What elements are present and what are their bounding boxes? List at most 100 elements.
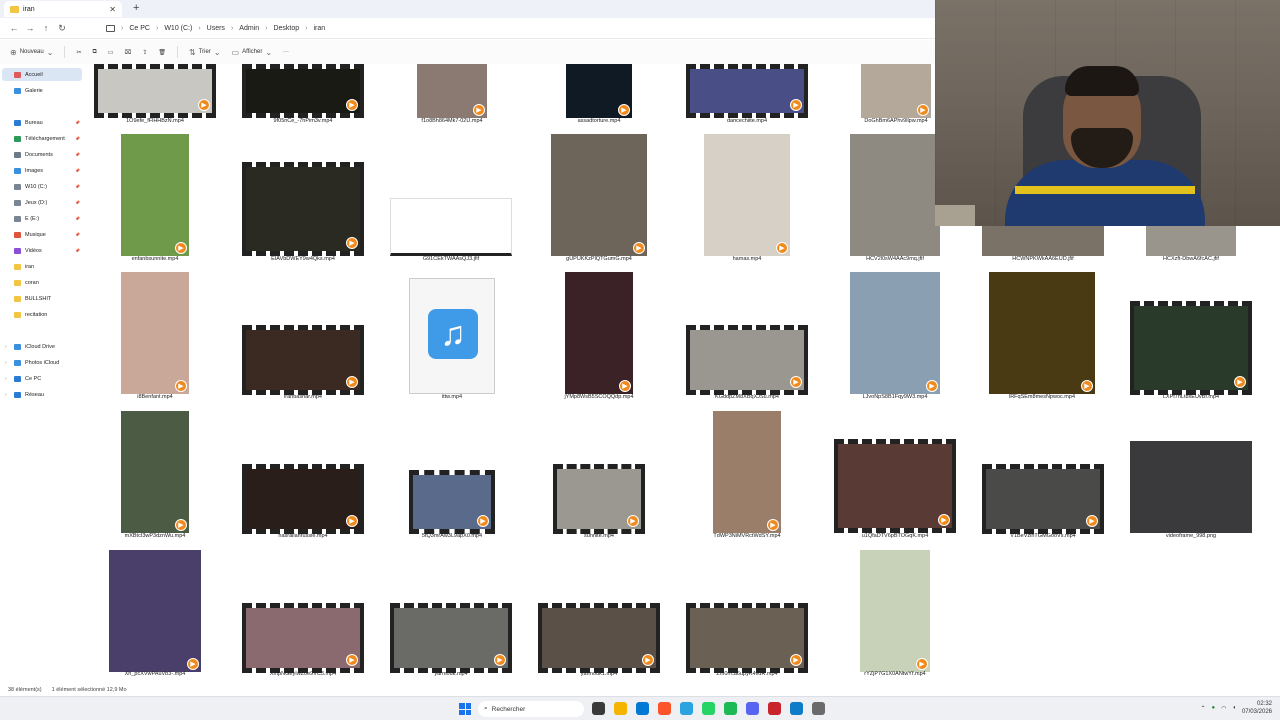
sidebar-item-0[interactable]: Accueil — [2, 68, 82, 81]
file-thumbnail[interactable]: ▶ — [242, 162, 364, 256]
file-name[interactable]: 9f05nCe_-7hPim3v.mp4 — [233, 118, 373, 124]
file-thumbnail[interactable]: ▶ — [713, 411, 781, 533]
up-icon[interactable]: ↑ — [38, 23, 54, 33]
edge-icon[interactable] — [790, 702, 803, 715]
file-name[interactable]: XmpNGeyIwZ0e9VC3.mp4 — [233, 671, 373, 677]
file-thumbnail[interactable]: ♫ — [409, 278, 495, 394]
file-name[interactable]: G91CEkTWAAsQJ3.jfif — [381, 256, 521, 262]
file-thumbnail[interactable]: ▶ — [417, 64, 487, 118]
file-thumbnail[interactable]: ▶ — [860, 550, 930, 672]
copy-icon[interactable]: ⧉ — [92, 49, 96, 56]
file-name[interactable]: 5tQ3mrAw3L9apX0.mp4 — [382, 533, 522, 539]
clock[interactable]: 02:32 07/03/2026 — [1242, 700, 1272, 716]
discord-icon[interactable] — [746, 702, 759, 715]
task-view-icon[interactable] — [592, 702, 605, 715]
file-thumbnail[interactable]: ▶ — [553, 464, 645, 534]
settings-icon[interactable] — [812, 702, 825, 715]
sidebar-item-2[interactable]: Bureau 📌 — [2, 116, 82, 129]
file-thumbnail[interactable]: ▶ — [1130, 301, 1252, 395]
file-thumbnail[interactable]: ▶ — [242, 64, 364, 118]
app-icon[interactable] — [768, 702, 781, 715]
file-thumbnail[interactable]: ▶ — [121, 411, 189, 533]
file-name[interactable]: dancechiite.mp4 — [677, 118, 817, 124]
file-name[interactable]: 1O9efe_fFlHHBzN.mp4 — [90, 118, 225, 124]
file-thumbnail[interactable]: ▶ — [989, 272, 1095, 394]
file-name[interactable]: HCV2l0sW4AAc9mq.jfif — [825, 256, 965, 262]
chevron-up-icon[interactable]: ⌃ — [1200, 705, 1205, 712]
chevron-right-icon[interactable]: › — [5, 392, 10, 398]
file-thumbnail[interactable]: ▶ — [409, 470, 495, 534]
file-thumbnail[interactable]: ▶ — [982, 464, 1104, 534]
sidebar-item-5[interactable]: Images 📌 — [2, 164, 82, 177]
sidebar-item-17[interactable]: › Ce PC — [2, 372, 82, 385]
whatsapp-icon[interactable] — [702, 702, 715, 715]
file-name[interactable]: V1BeVzlhTGMGooVs.mp4 — [973, 533, 1113, 539]
file-thumbnail[interactable] — [982, 226, 1104, 256]
tab-iran[interactable]: iran ✕ — [4, 1, 122, 17]
file-thumbnail[interactable]: ▶ — [686, 64, 808, 118]
file-thumbnail[interactable] — [390, 198, 512, 256]
store-icon[interactable] — [636, 702, 649, 715]
new-tab-button[interactable]: + — [133, 2, 139, 14]
breadcrumb-iran[interactable]: iran — [314, 25, 326, 32]
sidebar-item-11[interactable]: iran — [2, 260, 82, 273]
file-thumbnail[interactable]: ▶ — [94, 64, 216, 118]
sidebar-item-12[interactable]: coran — [2, 276, 82, 289]
telegram-icon[interactable] — [680, 702, 693, 715]
breadcrumb-desktop[interactable]: Desktop — [273, 25, 299, 32]
new-button[interactable]: ⊕ Nouveau ⌄ — [10, 48, 53, 57]
file-thumbnail[interactable]: ▶ — [704, 134, 790, 256]
file-name[interactable]: videoframe_998.png — [1121, 533, 1261, 539]
spotify-icon[interactable] — [724, 702, 737, 715]
breadcrumb-ce-pc[interactable]: Ce PC — [129, 25, 150, 32]
file-thumbnail[interactable]: ▶ — [242, 464, 364, 534]
file-name[interactable]: LXPf7nLt8xEUvBf.mp4 — [1121, 394, 1261, 400]
file-name[interactable]: f1o8Bh864Mk7-02U.mp4 — [382, 118, 522, 124]
forward-icon[interactable]: → — [22, 23, 38, 33]
sidebar-item-16[interactable]: › Photos iCloud — [2, 356, 82, 369]
share-icon[interactable]: ⇪ — [142, 49, 147, 56]
file-name[interactable]: ittw.mp4 — [382, 394, 522, 400]
file-thumbnail[interactable]: ▶ — [565, 272, 633, 394]
sidebar-item-1[interactable]: Galerie — [2, 84, 82, 97]
brave-icon[interactable] — [658, 702, 671, 715]
file-name[interactable]: HCXzft-DbwA6fcAC.jfif — [1121, 256, 1261, 262]
file-thumbnail[interactable]: ▶ — [834, 439, 956, 533]
file-name[interactable]: TdWP3NiMVRctWdSY.mp4 — [677, 533, 817, 539]
sidebar-item-7[interactable]: Jeux (D:) 📌 — [2, 196, 82, 209]
refresh-icon[interactable]: ↻ — [54, 23, 70, 34]
file-name[interactable]: yarmouk1.mp4 — [529, 671, 669, 677]
breadcrumb-w10[interactable]: W10 (C:) — [164, 25, 192, 32]
network-icon[interactable]: ● — [1211, 705, 1215, 711]
paste-icon[interactable]: ▭ — [108, 49, 114, 56]
file-explorer-icon[interactable] — [614, 702, 627, 715]
file-thumbnail[interactable] — [1146, 226, 1236, 256]
delete-icon[interactable]: 🗑 — [158, 49, 166, 56]
sidebar-item-6[interactable]: W10 (C:) 📌 — [2, 180, 82, 193]
file-name[interactable]: jYMp8WsB5SCOQQdp.mp4 — [529, 394, 669, 400]
file-thumbnail[interactable]: ▶ — [686, 325, 808, 395]
sort-button[interactable]: ⇅ Trier ⌄ — [189, 48, 221, 57]
cut-icon[interactable]: ✂ — [76, 49, 81, 56]
file-thumbnail[interactable]: ▶ — [121, 134, 189, 256]
file-name[interactable]: HCWNPKWkAA6EUD.jfif — [973, 256, 1113, 262]
file-thumbnail[interactable]: ▶ — [390, 603, 512, 673]
back-icon[interactable]: ← — [6, 23, 22, 33]
file-name[interactable]: i8Benfant.mp4 — [90, 394, 225, 400]
file-thumbnail[interactable]: ▶ — [242, 603, 364, 673]
breadcrumb-users[interactable]: Users — [207, 25, 225, 32]
file-name[interactable]: Xh_pcXVwPAuVb3-.mp4 — [90, 671, 225, 677]
sidebar-item-10[interactable]: Vidéos 📌 — [2, 244, 82, 257]
rename-icon[interactable]: ⌧ — [124, 49, 131, 56]
view-button[interactable]: ▭ Afficher ⌄ — [232, 48, 273, 57]
more-button[interactable]: ··· — [283, 49, 289, 55]
sidebar-item-8[interactable]: E (E:) 📌 — [2, 212, 82, 225]
file-name[interactable]: gUPUKKzPlQTGumG.mp4 — [529, 256, 669, 262]
file-name[interactable]: LJvoNpS8B1Fqy9W3.mp4 — [825, 394, 965, 400]
file-thumbnail[interactable] — [850, 134, 940, 256]
file-name[interactable]: KGddpZM8XBqXJSu.mp4 — [677, 394, 817, 400]
file-thumbnail[interactable]: ▶ — [121, 272, 189, 394]
breadcrumb-admin[interactable]: Admin — [239, 25, 259, 32]
file-name[interactable]: lRFqSEm8mesNpwoc.mp4 — [972, 394, 1112, 400]
file-name[interactable]: u1QfaDTV6pBTOGqK.mp4 — [825, 533, 965, 539]
